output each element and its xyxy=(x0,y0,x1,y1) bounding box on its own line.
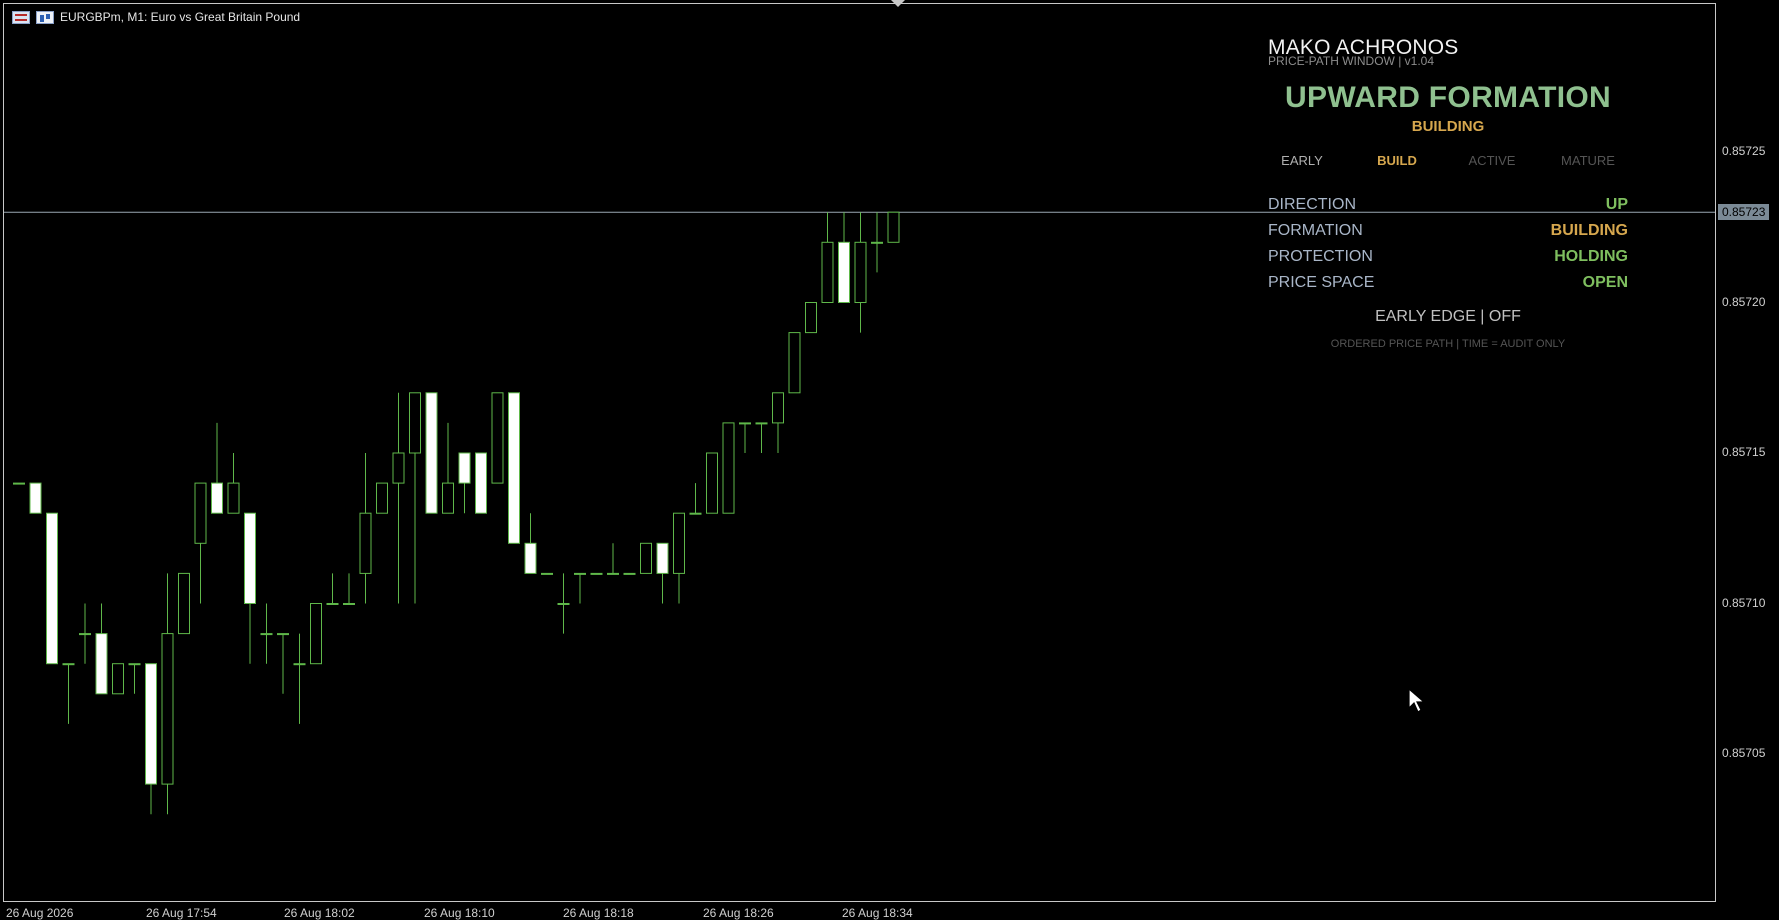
row-value-direction: UP xyxy=(1605,196,1628,213)
candle xyxy=(557,573,570,634)
row-label-price-space: PRICE SPACE xyxy=(1268,274,1375,291)
candle xyxy=(574,572,586,604)
candle xyxy=(673,512,685,604)
row-label-formation: FORMATION xyxy=(1268,222,1363,239)
candle xyxy=(838,212,850,304)
formation-state: BUILDING xyxy=(1411,118,1485,135)
candle xyxy=(425,392,438,514)
row-label-protection: PROTECTION xyxy=(1268,248,1373,265)
candle xyxy=(227,453,240,514)
mouse-cursor-icon xyxy=(1408,688,1426,713)
candle xyxy=(755,422,768,453)
candle xyxy=(293,633,306,724)
candle xyxy=(722,422,735,514)
price-axis-label: 0.85725 xyxy=(1722,144,1766,158)
candlestick-chart[interactable] xyxy=(4,4,1715,901)
price-axis-label: 0.85715 xyxy=(1722,445,1766,459)
candle xyxy=(887,211,900,243)
chart-window-icon[interactable] xyxy=(36,10,54,24)
candle xyxy=(29,482,42,514)
candle xyxy=(112,663,124,695)
candle xyxy=(442,422,454,514)
candle xyxy=(491,392,504,484)
candle xyxy=(590,572,603,575)
stage-build: BUILD xyxy=(1377,153,1417,168)
candle xyxy=(277,633,289,694)
candle xyxy=(194,482,207,604)
early-edge-status: EARLY EDGE | OFF xyxy=(1375,308,1521,325)
candle xyxy=(310,603,322,665)
stage-active: ACTIVE xyxy=(1468,153,1516,168)
row-value-protection: HOLDING xyxy=(1554,248,1628,265)
candle xyxy=(607,543,619,575)
panel-subtitle: PRICE-PATH WINDOW | v1.04 xyxy=(1268,54,1435,68)
chart-menu-icon[interactable] xyxy=(12,10,30,24)
candle xyxy=(656,542,669,604)
candle xyxy=(359,453,372,604)
price-axis-label: 0.85720 xyxy=(1722,295,1766,309)
candle xyxy=(871,212,883,273)
time-axis-label: 26 Aug 18:26 xyxy=(703,906,774,920)
candle xyxy=(376,482,388,514)
candle xyxy=(161,573,174,815)
candle xyxy=(475,452,487,514)
panel-footer: ORDERED PRICE PATH | TIME = AUDIT ONLY xyxy=(1330,338,1566,350)
formation-title: UPWARD FORMATION xyxy=(1285,81,1611,114)
candle xyxy=(640,542,652,574)
stage-mature: MATURE xyxy=(1561,153,1615,168)
candle xyxy=(128,663,141,694)
candle xyxy=(392,392,405,604)
candle xyxy=(854,212,867,333)
row-label-direction: DIRECTION xyxy=(1268,196,1356,213)
price-axis-label: 0.85705 xyxy=(1722,746,1766,760)
time-axis-label: 26 Aug 18:02 xyxy=(284,906,355,920)
candle xyxy=(821,212,834,304)
symbol-header: EURGBPm, M1: Euro vs Great Britain Pound xyxy=(12,8,300,26)
candle xyxy=(805,302,817,334)
candle xyxy=(458,452,471,514)
row-value-formation: BUILDING xyxy=(1550,222,1628,239)
time-axis-label: 26 Aug 18:18 xyxy=(563,906,634,920)
candle xyxy=(689,483,702,515)
price-axis-label: 0.85710 xyxy=(1722,596,1766,610)
chart-area[interactable] xyxy=(3,3,1716,902)
candle xyxy=(145,663,157,815)
candle xyxy=(706,452,718,514)
row-value-price-space: OPEN xyxy=(1582,274,1628,291)
candle xyxy=(211,422,223,514)
candle xyxy=(524,513,537,574)
candle xyxy=(178,572,190,635)
candle xyxy=(409,392,421,604)
time-axis-label: 26 Aug 17:54 xyxy=(146,906,217,920)
candle xyxy=(772,392,784,453)
candle xyxy=(244,512,256,664)
candle xyxy=(260,603,273,664)
candle xyxy=(79,603,91,664)
candle xyxy=(46,512,58,665)
candle xyxy=(95,603,108,695)
candle xyxy=(326,573,339,605)
candle xyxy=(623,572,636,575)
time-axis-label: 26 Aug 18:34 xyxy=(842,906,913,920)
stage-early: EARLY xyxy=(1281,153,1323,168)
candle xyxy=(62,663,75,724)
symbol-title: EURGBPm, M1: Euro vs Great Britain Pound xyxy=(60,10,301,24)
current-price-label: 0.85723 xyxy=(1718,204,1770,220)
candle xyxy=(13,482,25,485)
time-axis-label: 26 Aug 18:10 xyxy=(424,906,495,920)
candle xyxy=(343,573,355,605)
candle xyxy=(508,392,520,544)
candle xyxy=(739,422,751,453)
time-axis-label: 26 Aug 2026 xyxy=(6,906,74,920)
chart-shift-marker[interactable] xyxy=(891,0,905,7)
candle xyxy=(788,332,801,394)
candle xyxy=(541,572,553,575)
